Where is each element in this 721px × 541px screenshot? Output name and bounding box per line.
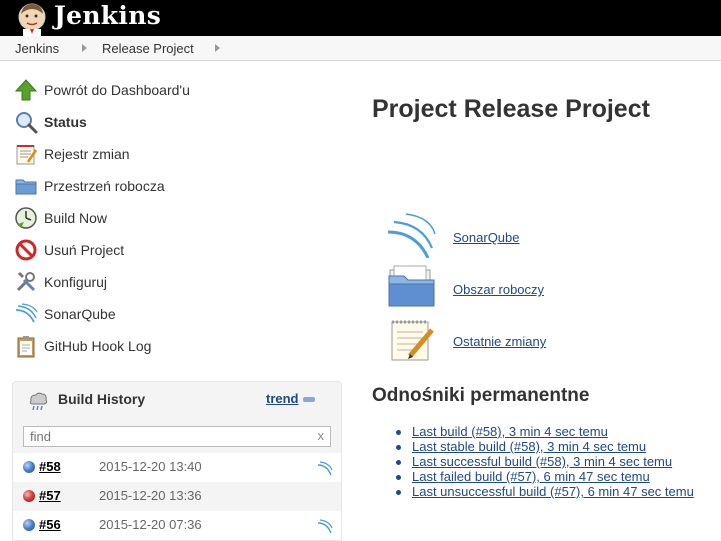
brand-name[interactable]: Jenkins xyxy=(54,1,161,30)
task-label: Build Now xyxy=(44,210,108,226)
build-row: #58 2015-12-20 13:40 xyxy=(13,453,341,482)
task-build-now[interactable]: Build Now xyxy=(14,206,334,232)
build-number-link[interactable]: #56 xyxy=(39,517,61,532)
bullet xyxy=(396,475,401,480)
bullet xyxy=(396,490,401,495)
permalink-last-unsuccessful-build[interactable]: Last unsuccessful build (#57), 6 min 47 … xyxy=(412,484,694,499)
clock-icon xyxy=(15,207,37,229)
folder-icon[interactable] xyxy=(386,264,436,310)
sonarqube-link[interactable]: SonarQube xyxy=(453,230,520,245)
sonarqube-icon[interactable] xyxy=(386,212,436,258)
recent-changes-link[interactable]: Ostatnie zmiany xyxy=(453,334,546,349)
task-configure[interactable]: Konfiguruj xyxy=(14,270,334,296)
permalinks-heading: Odnośniki permanentne xyxy=(372,385,590,406)
build-date-link[interactable]: 2015-12-20 07:36 xyxy=(99,517,202,532)
status-ball-blue-icon[interactable] xyxy=(23,461,35,473)
status-ball-blue-icon[interactable] xyxy=(23,519,35,531)
bullet xyxy=(396,430,401,435)
tools-icon xyxy=(16,271,36,292)
status-ball-red-icon[interactable] xyxy=(23,490,35,502)
bullet xyxy=(396,460,401,465)
workspace-link[interactable]: Obszar roboczy xyxy=(453,282,544,297)
breadcrumb: Jenkins Release Project xyxy=(0,36,721,61)
task-status[interactable]: Status xyxy=(14,110,334,136)
task-label: Przestrzeń robocza xyxy=(44,178,165,194)
build-date-link[interactable]: 2015-12-20 13:40 xyxy=(99,459,202,474)
up-arrow-icon xyxy=(14,79,38,101)
clipboard-icon xyxy=(17,336,35,358)
permalink-last-stable-build[interactable]: Last stable build (#58), 3 min 4 sec tem… xyxy=(412,439,646,454)
chevron-right-icon[interactable] xyxy=(82,44,87,52)
build-row: #56 2015-12-20 07:36 xyxy=(13,511,341,540)
task-label: Powrót do Dashboard'u xyxy=(44,82,190,98)
task-delete-project[interactable]: Usuń Project xyxy=(14,238,334,264)
page-title: Project Release Project xyxy=(372,95,650,123)
task-changes[interactable]: Rejestr zmian xyxy=(14,142,334,168)
task-workspace[interactable]: Przestrzeń robocza xyxy=(14,174,334,200)
build-history-panel: Build History trend x #58 2015-12-20 13:… xyxy=(12,381,342,541)
build-number-link[interactable]: #57 xyxy=(39,488,61,503)
chevron-right-icon[interactable] xyxy=(215,44,220,52)
sonarqube-icon[interactable] xyxy=(317,517,333,535)
task-sonarqube[interactable]: SonarQube xyxy=(14,302,334,328)
folder-icon xyxy=(15,179,37,195)
bullet xyxy=(396,445,401,450)
build-number-link[interactable]: #58 xyxy=(39,459,61,474)
collapse-icon[interactable] xyxy=(303,397,315,402)
permalink-last-failed-build[interactable]: Last failed build (#57), 6 min 47 sec te… xyxy=(412,469,650,484)
trend-link[interactable]: trend xyxy=(266,391,299,406)
breadcrumb-release-project[interactable]: Release Project xyxy=(102,41,194,56)
no-entry-icon xyxy=(15,239,37,261)
sonarqube-icon[interactable] xyxy=(317,459,333,477)
build-history-title: Build History xyxy=(58,391,146,407)
task-back-to-dashboard[interactable]: Powrót do Dashboard'u xyxy=(14,78,334,104)
build-row: #57 2015-12-20 13:36 xyxy=(13,482,341,511)
sonarqube-icon xyxy=(15,303,38,323)
magnifier-icon xyxy=(16,112,38,134)
task-label: SonarQube xyxy=(44,306,116,322)
task-label: Status xyxy=(44,114,87,130)
task-label: GitHub Hook Log xyxy=(44,338,152,354)
jenkins-logo-icon[interactable] xyxy=(14,0,50,36)
permalink-last-build[interactable]: Last build (#58), 3 min 4 sec temu xyxy=(412,424,608,439)
build-search-input[interactable] xyxy=(24,427,304,446)
build-date-link[interactable]: 2015-12-20 13:36 xyxy=(99,488,202,503)
clear-search-icon[interactable]: x xyxy=(318,428,325,443)
task-label: Rejestr zmian xyxy=(44,146,130,162)
notepad-icon xyxy=(16,145,38,165)
breadcrumb-jenkins[interactable]: Jenkins xyxy=(15,41,59,56)
build-search-box: x xyxy=(23,426,331,447)
build-history-icon xyxy=(29,392,48,411)
task-label: Konfiguruj xyxy=(44,274,108,290)
permalink-last-successful-build[interactable]: Last successful build (#58), 3 min 4 sec… xyxy=(412,454,672,469)
task-label: Usuń Project xyxy=(44,242,125,258)
header-bar: Jenkins xyxy=(0,0,721,36)
notepad-icon[interactable] xyxy=(386,316,436,362)
task-github-hook-log[interactable]: GitHub Hook Log xyxy=(14,334,334,360)
